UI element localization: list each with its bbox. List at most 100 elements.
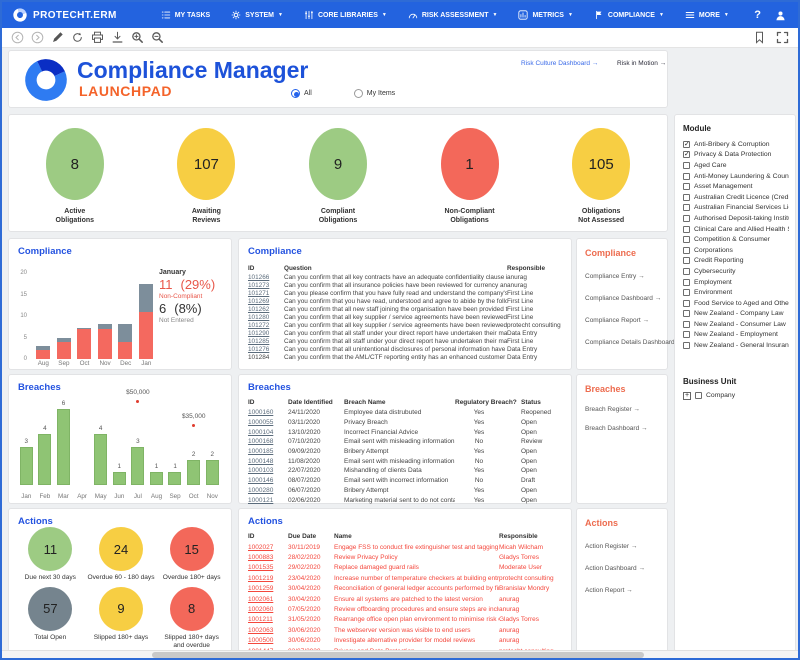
module-item-new-zealand-consumer-law[interactable]: New Zealand - Consumer Law [683,319,789,330]
row-id-link[interactable]: 1000185 [248,448,288,455]
row-id-link[interactable]: 101262 [248,306,284,313]
checkbox[interactable] [683,279,690,286]
radio-my-items[interactable]: My Items [354,89,395,98]
row-id-link[interactable]: 101272 [248,322,284,329]
checkbox[interactable] [683,236,690,243]
row-id-link[interactable]: 1000104 [248,429,288,436]
row-id-link[interactable]: 1000146 [248,477,288,484]
row-id-link[interactable]: 1000280 [248,487,288,494]
summary-circle-non-compliant-obligations[interactable]: 1Non-CompliantObligations [415,128,525,226]
nav-item-metrics[interactable]: METRICS▼ [518,10,572,20]
action-circle-due-next-30-days[interactable]: 11Due next 30 days [15,527,86,583]
module-item-employment[interactable]: Employment [683,277,789,288]
nav-item-core-libraries[interactable]: CORE LIBRARIES▼ [304,10,387,20]
checkbox[interactable] [683,321,690,328]
row-id-link[interactable]: 1002060 [248,606,288,613]
zoom-in-icon[interactable] [131,31,144,44]
link-breach-register[interactable]: Breach Register → [577,406,667,413]
user-icon[interactable] [775,10,786,21]
row-id-link[interactable]: 101285 [248,338,284,345]
module-item-cybersecurity[interactable]: Cybersecurity [683,266,789,277]
row-id-link[interactable]: 1000148 [248,458,288,465]
module-item-australian-credit-licence-credit-provi[interactable]: Australian Credit Licence (Credit Provi [683,192,789,203]
checkbox[interactable] [683,310,690,317]
summary-circle-obligations-not-assessed[interactable]: 105ObligationsNot Assessed [546,128,656,226]
module-item-new-zealand-company-law[interactable]: New Zealand - Company Law [683,309,789,320]
row-id-link[interactable]: 1000121 [248,497,288,504]
row-id-link[interactable]: 1002027 [248,544,288,551]
radio-all[interactable]: All [291,89,312,98]
checkbox[interactable] [683,173,690,180]
action-circle-overdue-60-180-days[interactable]: 24Overdue 60 - 180 days [86,527,157,583]
module-item-australian-financial-services-licence[interactable]: Australian Financial Services Licence ( [683,203,789,214]
row-id-link[interactable]: 1002061 [248,596,288,603]
link-compliance-dashboard[interactable]: Compliance Dashboard → [577,295,667,302]
print-icon[interactable] [91,31,104,44]
link-action-dashboard[interactable]: Action Dashboard → [577,565,667,572]
row-id-link[interactable]: 1000055 [248,419,288,426]
row-id-link[interactable]: 101280 [248,314,284,321]
module-item-environment[interactable]: Environment [683,287,789,298]
row-id-link[interactable]: 101269 [248,298,284,305]
nav-item-risk-assessment[interactable]: RISK ASSESSMENT▼ [408,10,498,20]
nav-item-my-tasks[interactable]: MY TASKS [161,10,211,20]
checkbox[interactable] [683,331,690,338]
row-id-link[interactable]: 1002063 [248,627,288,634]
row-id-link[interactable]: 1001219 [248,575,288,582]
summary-circle-awaiting-reviews[interactable]: 107AwaitingReviews [151,128,261,226]
header-link-risk-in-motion[interactable]: Risk in Motion → [617,60,666,67]
checkbox[interactable] [683,226,690,233]
forward-icon[interactable] [31,31,44,44]
row-id-link[interactable]: 101271 [248,290,284,297]
bookmark-icon[interactable] [753,31,766,44]
fullscreen-icon[interactable] [776,31,789,44]
checkbox[interactable] [683,289,690,296]
link-action-register[interactable]: Action Register → [577,543,667,550]
company-checkbox[interactable] [695,392,702,399]
module-item-new-zealand-employment[interactable]: New Zealand - Employment [683,330,789,341]
module-item-aged-care[interactable]: Aged Care [683,160,789,171]
module-item-authorised-deposit-taking-institutions[interactable]: Authorised Deposit-taking Institutions [683,213,789,224]
module-item-privacy-data-protection[interactable]: ✓Privacy & Data Protection [683,150,789,161]
module-item-credit-reporting[interactable]: Credit Reporting [683,256,789,267]
row-id-link[interactable]: 1000103 [248,467,288,474]
row-id-link[interactable]: 1001535 [248,564,288,571]
row-id-link[interactable]: 101273 [248,282,284,289]
checkbox[interactable] [683,247,690,254]
checkbox[interactable] [683,268,690,275]
action-circle-total-open[interactable]: 57Total Open [15,587,86,651]
row-id-link[interactable]: 1001211 [248,616,288,623]
checkbox[interactable] [683,257,690,264]
download-icon[interactable] [111,31,124,44]
pencil-icon[interactable] [51,31,64,44]
checkbox[interactable] [683,204,690,211]
module-item-food-service-to-aged-and-other-vulne[interactable]: Food Service to Aged and Other Vulne [683,298,789,309]
module-item-corporations[interactable]: Corporations [683,245,789,256]
action-circle-slipped-180-days-and-overdue[interactable]: 8Slipped 180+ daysand overdue [156,587,227,651]
brand[interactable]: PROTECHT.ERM [12,7,117,23]
nav-item-compliance[interactable]: COMPLIANCE▼ [594,10,664,20]
checkbox[interactable]: ✓ [683,141,690,148]
checkbox[interactable] [683,342,690,349]
module-item-competition-consumer[interactable]: Competition & Consumer [683,234,789,245]
link-action-report[interactable]: Action Report → [577,587,667,594]
checkbox[interactable] [683,215,690,222]
help-icon[interactable]: ? [754,9,761,21]
module-item-asset-management[interactable]: Asset Management [683,181,789,192]
module-item-anti-money-laundering-counter-terr[interactable]: Anti-Money Laundering & Counter Terr [683,171,789,182]
row-id-link[interactable]: 101290 [248,330,284,337]
back-icon[interactable] [11,31,24,44]
row-id-link[interactable]: 101266 [248,274,284,281]
link-compliance-report[interactable]: Compliance Report → [577,317,667,324]
module-item-new-zealand-general-insurance[interactable]: New Zealand - General Insurance [683,340,789,351]
checkbox[interactable]: ✓ [683,151,690,158]
checkbox[interactable] [683,300,690,307]
module-item-anti-bribery-corruption[interactable]: ✓Anti-Bribery & Corruption [683,139,789,150]
checkbox[interactable] [683,194,690,201]
action-circle-slipped-180-days[interactable]: 9Slipped 180+ days [86,587,157,651]
row-id-link[interactable]: 1000883 [248,554,288,561]
checkbox[interactable] [683,183,690,190]
link-compliance-entry[interactable]: Compliance Entry → [577,273,667,280]
row-id-link[interactable]: 1000160 [248,409,288,416]
checkbox[interactable] [683,162,690,169]
